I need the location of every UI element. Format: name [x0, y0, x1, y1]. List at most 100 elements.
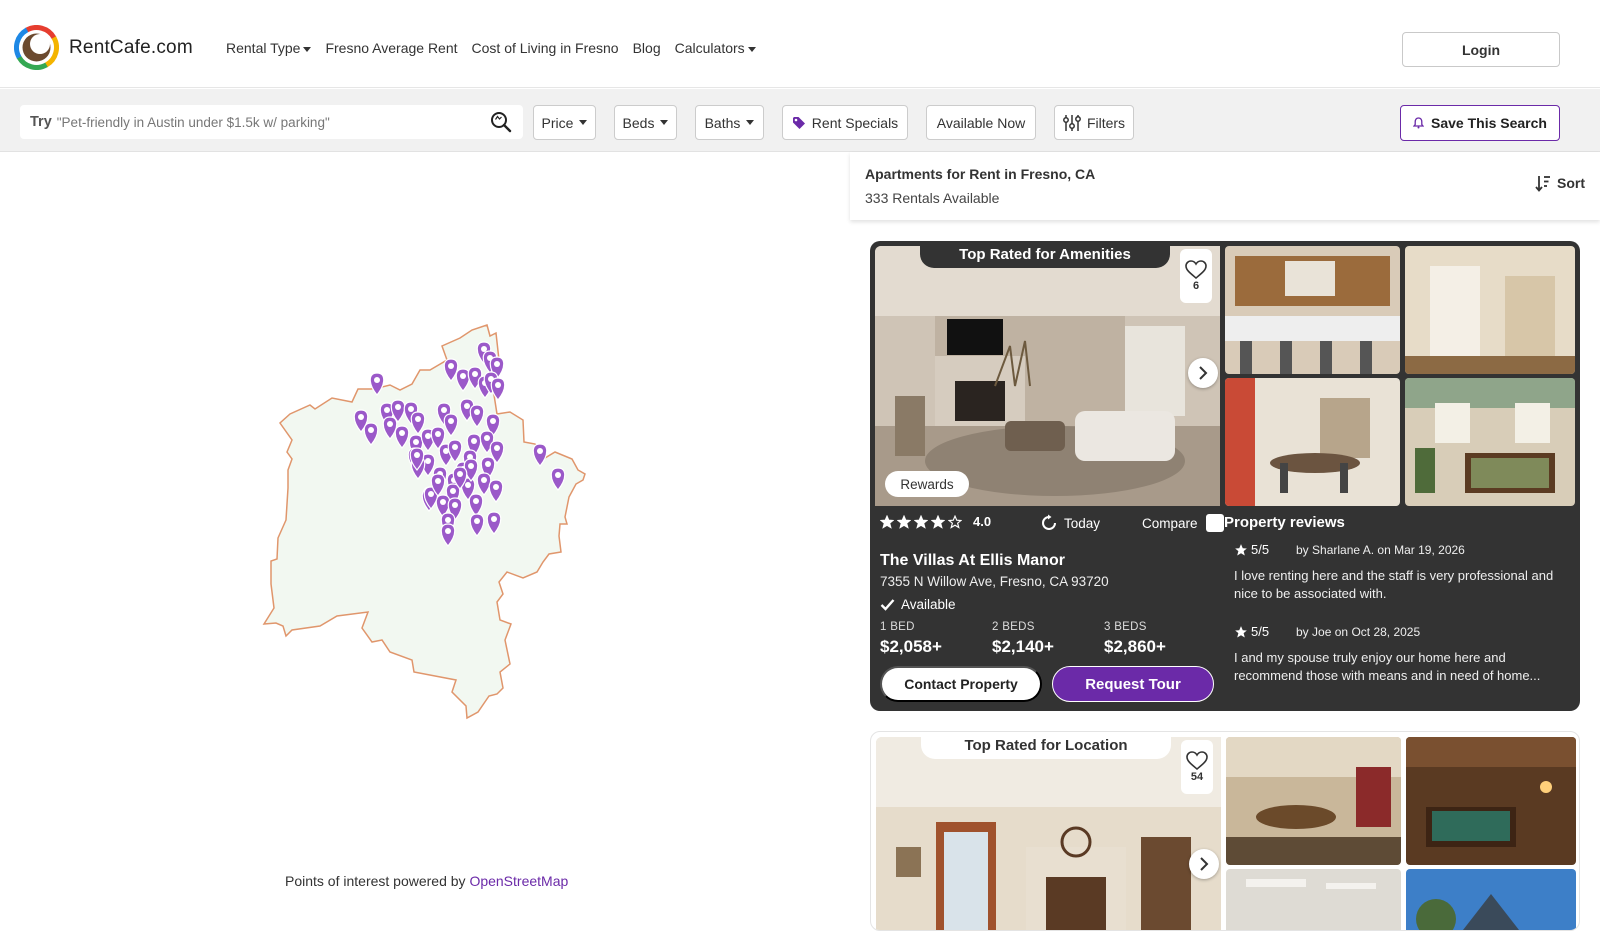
- map-pin-dot: [395, 404, 401, 410]
- price-filter-button[interactable]: Price: [533, 105, 596, 140]
- compare-checkbox-box[interactable]: [1205, 514, 1224, 532]
- map-pin-dot: [408, 406, 414, 412]
- search-input[interactable]: Try "Pet-friendly in Austin under $1.5k …: [20, 105, 523, 139]
- check-icon: [880, 599, 895, 611]
- price-label: 1 BED: [880, 621, 915, 633]
- property-thumbnail[interactable]: [1405, 246, 1575, 374]
- fresno-boundary: [262, 324, 586, 720]
- property-card[interactable]: Top Rated for Location 54: [870, 731, 1580, 931]
- map-pin-dot: [399, 430, 405, 436]
- star-filled-icon: [931, 514, 945, 529]
- map-pin-dot: [428, 491, 434, 497]
- next-photo-button[interactable]: [1188, 358, 1218, 388]
- property-thumbnail[interactable]: [1406, 869, 1576, 930]
- login-button[interactable]: Login: [1402, 32, 1560, 67]
- openstreetmap-link[interactable]: OpenStreetMap: [469, 873, 568, 889]
- price-value: $2,058+: [880, 637, 942, 656]
- rent-specials-label: Rent Specials: [811, 114, 899, 131]
- nav-cost-of-living[interactable]: Cost of Living in Fresno: [472, 40, 619, 56]
- review-byline: by Sharlane A. on Mar 19, 2026: [1296, 543, 1465, 557]
- map-pin-dot: [460, 373, 466, 379]
- search-icon[interactable]: [489, 110, 513, 134]
- review-header: 5/5 by Joe on Oct 28, 2025: [1234, 624, 1574, 639]
- review-by-prefix: by: [1296, 624, 1309, 639]
- request-tour-button[interactable]: Request Tour: [1052, 666, 1214, 702]
- property-main-photo[interactable]: [875, 246, 1220, 506]
- map-pin-dot: [368, 427, 374, 433]
- hallway-photo: [1405, 246, 1575, 374]
- map-pin-dot: [484, 435, 490, 441]
- baths-filter-label: Baths: [704, 114, 741, 131]
- living-room-photo: [876, 737, 1221, 930]
- review-author: Sharlane A.: [1312, 542, 1375, 557]
- last-updated-text: Today: [1064, 515, 1101, 531]
- sort-icon: [1535, 176, 1550, 192]
- property-thumbnail[interactable]: [1225, 246, 1400, 374]
- price-table: 1 BED $2,058+ 2 BEDS $2,140+ 3 BEDS $2,860+: [880, 621, 1220, 657]
- map-pin-dot: [471, 438, 477, 444]
- nav-calculators[interactable]: Calculators: [675, 40, 756, 56]
- nav-blog[interactable]: Blog: [633, 40, 661, 56]
- map-pin-dot: [481, 477, 487, 483]
- map-pin-dot: [374, 377, 380, 383]
- refresh-icon: [1042, 514, 1056, 530]
- chevron-down-icon: [747, 46, 756, 52]
- map-pin-dot: [448, 363, 454, 369]
- favorite-button[interactable]: 6: [1180, 249, 1212, 303]
- star-filled-icon: [897, 514, 911, 529]
- map-pin-dot: [473, 498, 479, 504]
- heart-icon: [1186, 751, 1208, 771]
- beds-filter-label: Beds: [622, 114, 655, 131]
- tag-icon: [792, 116, 805, 129]
- map-pin-dot: [464, 403, 470, 409]
- compare-label: Compare: [1142, 515, 1198, 531]
- property-thumbnail[interactable]: [1225, 378, 1400, 506]
- review-text: I love renting here and the staff is ver…: [1234, 568, 1554, 601]
- compare-checkbox[interactable]: Compare: [1142, 514, 1224, 532]
- favorite-count: 54: [1190, 771, 1204, 783]
- availability-status: Available: [880, 597, 956, 612]
- property-thumbnail[interactable]: [1226, 869, 1401, 930]
- property-thumbnail[interactable]: [1226, 737, 1401, 865]
- nav-rental-type[interactable]: Rental Type: [226, 40, 312, 56]
- review-score: 5/5: [1251, 542, 1270, 557]
- map-pin-dot: [425, 458, 431, 464]
- map-pin-dot: [457, 471, 463, 477]
- nav-calculators-label: Calculators: [674, 40, 745, 56]
- map-pin-dot: [414, 452, 420, 458]
- search-prefix: Try: [30, 114, 52, 130]
- property-card[interactable]: Top Rated for Amenities 6 Rewards 4.0 To…: [870, 241, 1580, 711]
- save-search-button[interactable]: Save This Search: [1400, 105, 1560, 141]
- contact-property-button[interactable]: Contact Property: [880, 666, 1042, 702]
- baths-filter-button[interactable]: Baths: [695, 105, 764, 140]
- price-3-beds: 3 BEDS $2,860+: [1104, 621, 1216, 657]
- review-on: on: [1334, 624, 1349, 639]
- map-pin-dot: [485, 461, 491, 467]
- map-pin-dot: [472, 371, 478, 377]
- filters-button[interactable]: Filters: [1054, 105, 1134, 140]
- chevron-down-icon: [746, 120, 755, 125]
- sort-button[interactable]: Sort: [1535, 174, 1585, 192]
- price-2-beds: 2 BEDS $2,140+: [992, 621, 1104, 657]
- property-thumbnail[interactable]: [1406, 737, 1576, 865]
- available-now-button[interactable]: Available Now: [926, 105, 1036, 140]
- rent-specials-button[interactable]: Rent Specials: [782, 105, 908, 140]
- rentcafe-logo[interactable]: RentCafe.com: [14, 25, 193, 70]
- beds-filter-button[interactable]: Beds: [614, 105, 677, 140]
- next-photo-button[interactable]: [1189, 849, 1219, 879]
- save-search-label: Save This Search: [1431, 115, 1547, 131]
- favorite-button[interactable]: 54: [1181, 740, 1213, 794]
- listing-header: Apartments for Rent in Fresno, CA 333 Re…: [850, 152, 1600, 220]
- review-on: on: [1377, 542, 1391, 557]
- map[interactable]: Points of interest powered by OpenStreet…: [0, 152, 850, 900]
- property-main-photo[interactable]: [876, 737, 1221, 930]
- star-rating: [880, 514, 962, 529]
- map-canvas[interactable]: [0, 152, 850, 900]
- chevron-right-icon: [1200, 857, 1209, 871]
- exterior-photo: [1406, 869, 1576, 930]
- property-name[interactable]: The Villas At Ellis Manor: [880, 552, 1065, 570]
- rewards-badge: Rewards: [885, 471, 969, 497]
- property-thumbnail[interactable]: [1405, 378, 1575, 506]
- map-attribution: Points of interest powered by OpenStreet…: [285, 873, 568, 889]
- nav-fresno-average-rent[interactable]: Fresno Average Rent: [325, 40, 457, 56]
